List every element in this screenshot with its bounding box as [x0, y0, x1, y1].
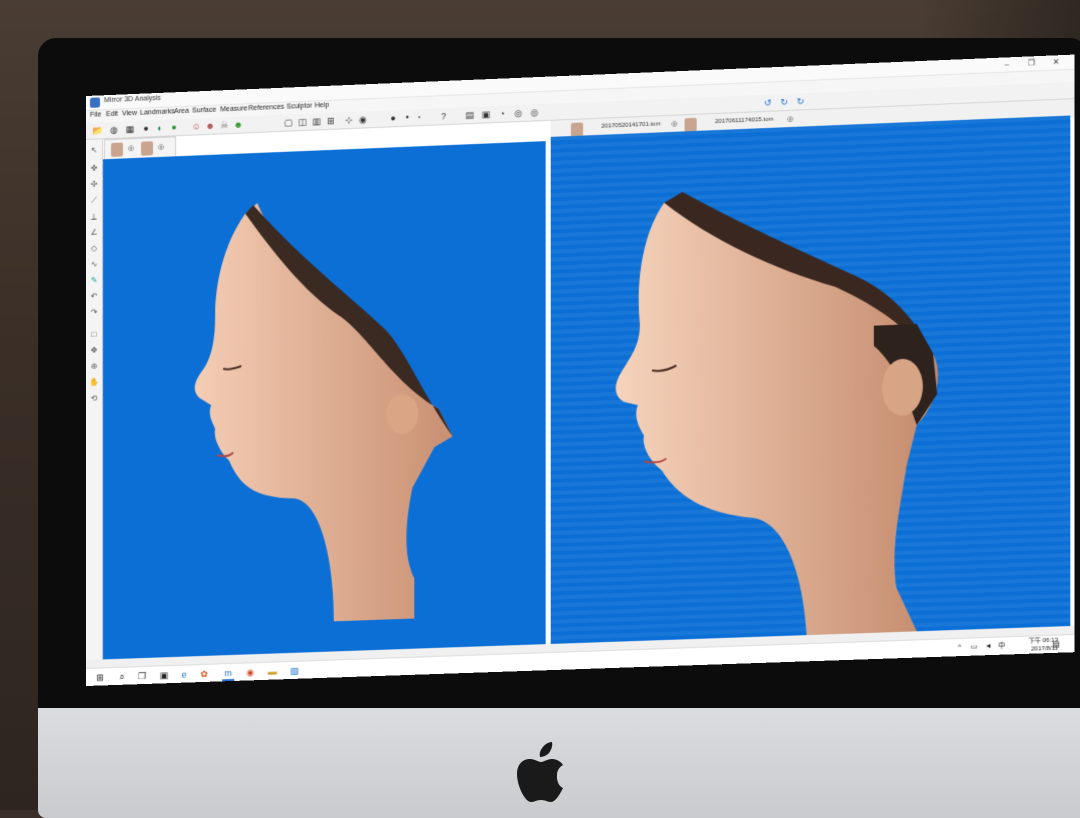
left-toolbox: ↖ ✜ ✣ ⟋ ⟂ ∠ ◇ ∿ ✎ ↶ ↷ □ ✥ ⊕ ✋ ⟲: [86, 139, 103, 670]
visibility-icon[interactable]: ◔: [496, 107, 508, 120]
paint-icon[interactable]: ✿: [198, 668, 210, 680]
eye-icon[interactable]: ◎: [512, 107, 524, 120]
distance-tool-icon[interactable]: ⟂: [89, 211, 99, 221]
sphere-icon[interactable]: ●: [140, 122, 152, 135]
photos-icon[interactable]: ▧: [288, 665, 300, 677]
zoom-tool-icon[interactable]: ⊕: [89, 362, 99, 372]
screen: Mirror 3D Analysis – ❐ ✕ File Edit View …: [86, 55, 1074, 686]
close-icon[interactable]: ✕: [1050, 56, 1062, 68]
menu-view[interactable]: View: [122, 110, 137, 118]
left-3d-viewport[interactable]: [103, 141, 546, 659]
rotate-right-icon[interactable]: ↻: [794, 95, 806, 108]
rotate-tool-icon[interactable]: ⟲: [89, 394, 99, 404]
select-tool-icon[interactable]: ↖: [89, 145, 99, 155]
face-mask-icon[interactable]: ☻: [204, 120, 216, 133]
file-explorer-icon[interactable]: ▬: [266, 665, 278, 677]
globe-icon[interactable]: ◍: [108, 124, 120, 137]
menu-sculptor[interactable]: Sculptor: [286, 103, 312, 111]
right-3d-viewport[interactable]: [551, 116, 1071, 644]
angle-tool-icon[interactable]: ∠: [89, 227, 99, 237]
scan-thumbnail[interactable]: [111, 142, 123, 157]
menu-measure[interactable]: Measure: [220, 105, 247, 113]
rotate-left-icon[interactable]: ↺: [762, 96, 774, 109]
windows-start-icon[interactable]: ⊞: [94, 671, 106, 683]
layout-icon[interactable]: ▤: [464, 109, 476, 122]
quad-view-icon[interactable]: ⊞: [325, 115, 337, 128]
undo-icon[interactable]: ↶: [89, 291, 99, 301]
box-tool-icon[interactable]: □: [89, 329, 99, 339]
restore-icon[interactable]: ❐: [1025, 57, 1037, 69]
scan-thumbnail[interactable]: [141, 141, 153, 156]
brush-small-icon[interactable]: ●: [413, 111, 425, 124]
brush-medium-icon[interactable]: ●: [401, 111, 413, 124]
viewport-divider[interactable]: [547, 135, 550, 648]
eye-toggle-icon[interactable]: ◎: [528, 106, 540, 119]
menu-edit[interactable]: Edit: [106, 111, 118, 119]
sphere-shaded-icon[interactable]: ◐: [154, 122, 166, 135]
chrome-icon[interactable]: ◉: [244, 666, 256, 678]
store-icon[interactable]: ▣: [158, 669, 170, 681]
mirror-app-icon[interactable]: m: [222, 667, 234, 681]
triple-view-icon[interactable]: ▥: [311, 115, 323, 128]
eye-icon[interactable]: ◎: [125, 143, 137, 156]
edge-icon[interactable]: e: [178, 668, 190, 680]
sculpt-tool-icon[interactable]: ✎: [89, 275, 99, 285]
brush-large-icon[interactable]: ●: [387, 112, 399, 125]
single-view-icon[interactable]: ▢: [282, 116, 294, 129]
ball-icon[interactable]: ◉: [357, 113, 369, 126]
minimize-icon[interactable]: –: [1001, 58, 1013, 70]
window-title: Mirror 3D Analysis: [104, 95, 161, 104]
area-tool-icon[interactable]: ◇: [89, 243, 99, 253]
menu-landmarks[interactable]: Landmarks: [140, 108, 175, 116]
eye-icon[interactable]: ◎: [668, 118, 680, 131]
help-icon[interactable]: ?: [438, 110, 450, 123]
menu-file[interactable]: File: [90, 111, 101, 118]
menu-area[interactable]: Area: [174, 108, 189, 116]
menu-help[interactable]: Help: [315, 102, 329, 110]
panel-icon[interactable]: ▣: [480, 108, 492, 121]
redo-icon[interactable]: ↷: [89, 307, 99, 317]
pan-tool-icon[interactable]: ✋: [89, 378, 99, 388]
menu-surface[interactable]: Surface: [192, 107, 216, 115]
tray-expand-icon[interactable]: ^: [954, 642, 966, 655]
task-view-icon[interactable]: ❐: [136, 670, 148, 682]
app-icon: [90, 97, 100, 107]
apple-logo-icon: [516, 742, 566, 804]
face-profile-scan-right: [551, 116, 1071, 644]
search-icon[interactable]: ⌕: [116, 671, 128, 683]
network-icon[interactable]: ▭: [968, 641, 980, 654]
measure-tool-icon[interactable]: ⟋: [89, 195, 99, 205]
crosshair-icon[interactable]: ⊹: [343, 114, 355, 127]
refresh-icon[interactable]: ↻: [778, 96, 790, 109]
notification-icon[interactable]: ▤: [1050, 638, 1062, 651]
open-folder-icon[interactable]: 📂: [92, 124, 104, 136]
eye-icon[interactable]: ◎: [155, 142, 167, 155]
landmark-tool-icon[interactable]: ✜: [89, 163, 99, 173]
mesh-icon[interactable]: ▦: [124, 123, 136, 136]
face-green-icon[interactable]: ☻: [232, 118, 244, 131]
volume-icon[interactable]: ◄: [982, 641, 994, 654]
eye-icon[interactable]: ◎: [784, 114, 796, 127]
move-tool-icon[interactable]: ✥: [89, 345, 99, 355]
face-profile-scan-left: [103, 141, 546, 659]
point-tool-icon[interactable]: ✣: [89, 179, 99, 189]
skull-icon[interactable]: ☠: [218, 119, 230, 132]
curve-tool-icon[interactable]: ∿: [89, 259, 99, 269]
sphere-green-icon[interactable]: ●: [168, 121, 180, 134]
face-front-icon[interactable]: ☺: [190, 120, 202, 133]
split-view-icon[interactable]: ◫: [297, 116, 309, 129]
ime-indicator[interactable]: 中: [997, 640, 1007, 652]
menu-references[interactable]: References: [248, 104, 284, 113]
